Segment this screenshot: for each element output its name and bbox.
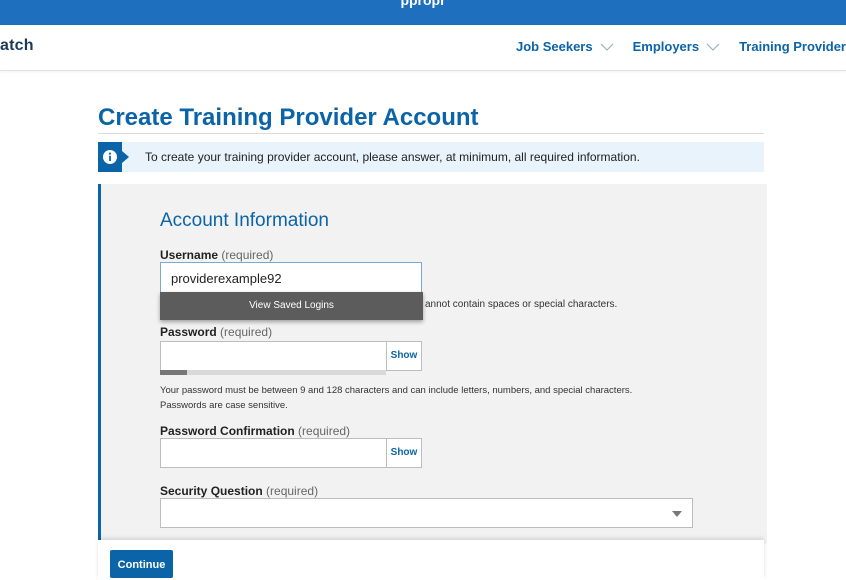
- info-alert: To create your training provider account…: [98, 142, 764, 172]
- required-indicator: (required): [221, 248, 274, 262]
- nav-item-label: Training Provider: [739, 39, 846, 54]
- username-input[interactable]: providerexample92: [160, 262, 422, 293]
- chevron-down-icon: [600, 43, 614, 51]
- username-hint: annot contain spaces or special characte…: [425, 299, 618, 310]
- caret-down-icon: [672, 511, 682, 517]
- required-indicator: (required): [298, 424, 351, 438]
- password-strength-fill: [160, 370, 188, 375]
- nav-item-label: Job Seekers: [515, 39, 593, 54]
- username-label-text: Username: [160, 248, 219, 262]
- password-confirmation-label-text: Password Confirmation: [160, 424, 295, 438]
- required-indicator: (required): [220, 325, 273, 339]
- main-nav: Job Seekers Employers Training Provider: [498, 39, 846, 54]
- section-title: Account Information: [160, 210, 329, 231]
- top-banner-text: ppropr: [400, 0, 446, 8]
- form-footer: [98, 540, 764, 580]
- required-indicator: (required): [266, 484, 319, 498]
- password-strength-meter: [160, 370, 386, 375]
- top-banner: ppropr: [0, 0, 846, 25]
- security-question-label-text: Security Question: [160, 484, 263, 498]
- alert-pointer: [122, 151, 129, 163]
- password-confirmation-label: Password Confirmation (required): [160, 424, 350, 438]
- password-confirmation-input[interactable]: [160, 438, 386, 468]
- page-title: Create Training Provider Account: [98, 104, 479, 131]
- password-help-line: Your password must be between 9 and 128 …: [160, 385, 633, 396]
- title-divider: [98, 133, 764, 134]
- continue-button[interactable]: Continue: [110, 550, 173, 578]
- nav-item-employers[interactable]: Employers: [633, 39, 721, 54]
- security-question-select[interactable]: [160, 498, 693, 528]
- site-header: atch Job Seekers Employers Training Prov…: [0, 25, 846, 71]
- view-saved-logins-button[interactable]: View Saved Logins: [160, 292, 423, 320]
- nav-item-label: Employers: [632, 39, 700, 54]
- nav-item-training-provider[interactable]: Training Provider: [739, 39, 846, 54]
- password-label-text: Password: [160, 325, 217, 339]
- alert-icon-container: [98, 142, 122, 172]
- password-input[interactable]: [160, 341, 386, 371]
- info-icon: [103, 150, 117, 164]
- alert-text: To create your training provider account…: [145, 150, 640, 164]
- chevron-down-icon: [706, 43, 720, 51]
- password-show-button[interactable]: Show: [386, 341, 422, 371]
- password-help: Your password must be between 9 and 128 …: [160, 383, 720, 413]
- username-label: Username (required): [160, 248, 273, 262]
- password-label: Password (required): [160, 325, 272, 339]
- password-help-line: Passwords are case sensitive.: [160, 400, 288, 411]
- nav-item-job-seekers[interactable]: Job Seekers: [516, 39, 615, 54]
- password-confirmation-show-button[interactable]: Show: [386, 438, 422, 468]
- site-logo[interactable]: atch: [0, 37, 34, 55]
- security-question-label: Security Question (required): [160, 484, 318, 498]
